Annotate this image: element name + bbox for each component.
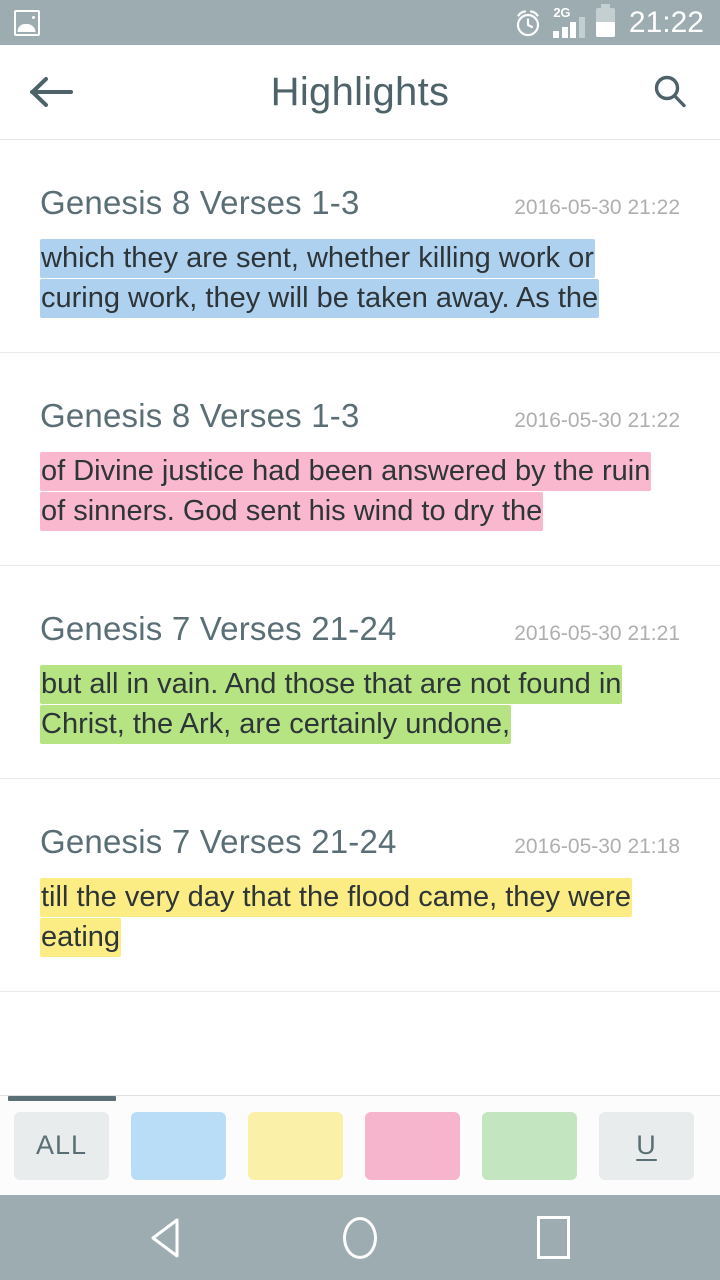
alarm-icon (517, 9, 540, 36)
photo-icon (14, 9, 40, 36)
nav-home-button[interactable] (325, 1203, 395, 1273)
signal-bar-2 (561, 26, 568, 38)
highlight-entry[interactable]: Genesis 7 Verses 21-24 2016-05-30 21:18 … (0, 779, 720, 992)
highlight-snippet: but all in vain. And those that are not … (40, 664, 658, 744)
highlights-list[interactable]: Genesis 8 Verses 1-3 2016-05-30 21:22 wh… (0, 140, 720, 1095)
highlight-entry-header: Genesis 7 Verses 21-24 2016-05-30 21:18 (40, 823, 680, 861)
status-bar: 2G 21:22 (0, 0, 720, 45)
battery-icon (595, 4, 615, 37)
highlight-snippet: of Divine justice had been answered by t… (40, 451, 658, 531)
highlight-text: which they are sent, whether killing wor… (40, 239, 600, 318)
filter-all-button[interactable]: ALL (14, 1111, 109, 1180)
page-title: Highlights (270, 69, 450, 114)
signal-bars-icon: 2G (553, 4, 585, 38)
verse-reference: Genesis 7 Verses 21-24 (40, 823, 397, 860)
battery-fill (595, 21, 615, 37)
home-circle-icon (342, 1216, 377, 1259)
filter-blue-button[interactable] (131, 1111, 226, 1180)
filter-underline-label: U (636, 1130, 657, 1160)
highlight-text: till the very day that the flood came, t… (40, 878, 632, 957)
highlight-timestamp: 2016-05-30 21:18 (514, 835, 680, 858)
highlight-snippet: which they are sent, whether killing wor… (40, 238, 658, 318)
nav-recents-button[interactable] (518, 1203, 588, 1273)
highlight-entry[interactable]: Genesis 8 Verses 1-3 2016-05-30 21:22 of… (0, 353, 720, 566)
highlight-text: of Divine justice had been answered by t… (40, 452, 652, 531)
highlight-entry-header: Genesis 7 Verses 21-24 2016-05-30 21:21 (40, 610, 680, 648)
highlight-entry[interactable]: Genesis 8 Verses 1-3 2016-05-30 21:22 wh… (0, 140, 720, 353)
network-type-label: 2G (553, 4, 571, 20)
highlight-entry-header: Genesis 8 Verses 1-3 2016-05-30 21:22 (40, 397, 680, 435)
verse-reference: Genesis 7 Verses 21-24 (40, 610, 397, 647)
horizontal-scroll-indicator[interactable] (8, 1096, 116, 1101)
app-bar: Highlights (0, 45, 720, 140)
status-bar-left (14, 9, 40, 36)
verse-reference: Genesis 8 Verses 1-3 (40, 184, 360, 221)
highlight-text: but all in vain. And those that are not … (40, 665, 623, 744)
highlight-timestamp: 2016-05-30 21:22 (514, 409, 680, 432)
app-screen: 2G 21:22 Highlights Genesis 8 Verses 1-3… (0, 0, 720, 1280)
back-button[interactable] (28, 68, 76, 116)
highlight-timestamp: 2016-05-30 21:21 (514, 622, 680, 645)
back-triangle-icon (151, 1218, 179, 1257)
search-icon (654, 75, 686, 108)
verse-reference: Genesis 8 Verses 1-3 (40, 397, 360, 434)
filter-underline-button[interactable]: U (599, 1111, 694, 1180)
filter-green-button[interactable] (482, 1111, 577, 1180)
filter-chip-row: ALL U (0, 1096, 720, 1195)
highlight-entry-header: Genesis 8 Verses 1-3 2016-05-30 21:22 (40, 184, 680, 222)
signal-bar-3 (570, 21, 577, 38)
filter-all-label: ALL (35, 1130, 88, 1160)
back-arrow-icon (30, 77, 73, 107)
highlight-snippet: till the very day that the flood came, t… (40, 877, 658, 957)
signal-bar-1 (553, 30, 560, 38)
android-nav-bar (0, 1195, 720, 1280)
signal-bar-4 (578, 16, 585, 38)
highlight-entry[interactable]: Genesis 7 Verses 21-24 2016-05-30 21:21 … (0, 566, 720, 779)
filter-yellow-button[interactable] (248, 1111, 343, 1180)
search-button[interactable] (646, 68, 694, 116)
nav-back-button[interactable] (132, 1203, 202, 1273)
recents-square-icon (536, 1216, 570, 1259)
highlight-timestamp: 2016-05-30 21:22 (514, 196, 680, 219)
status-bar-right: 2G 21:22 (514, 4, 704, 39)
status-clock: 21:22 (628, 5, 704, 39)
filter-pink-button[interactable] (365, 1111, 460, 1180)
color-filter-bar: ALL U (0, 1095, 720, 1195)
